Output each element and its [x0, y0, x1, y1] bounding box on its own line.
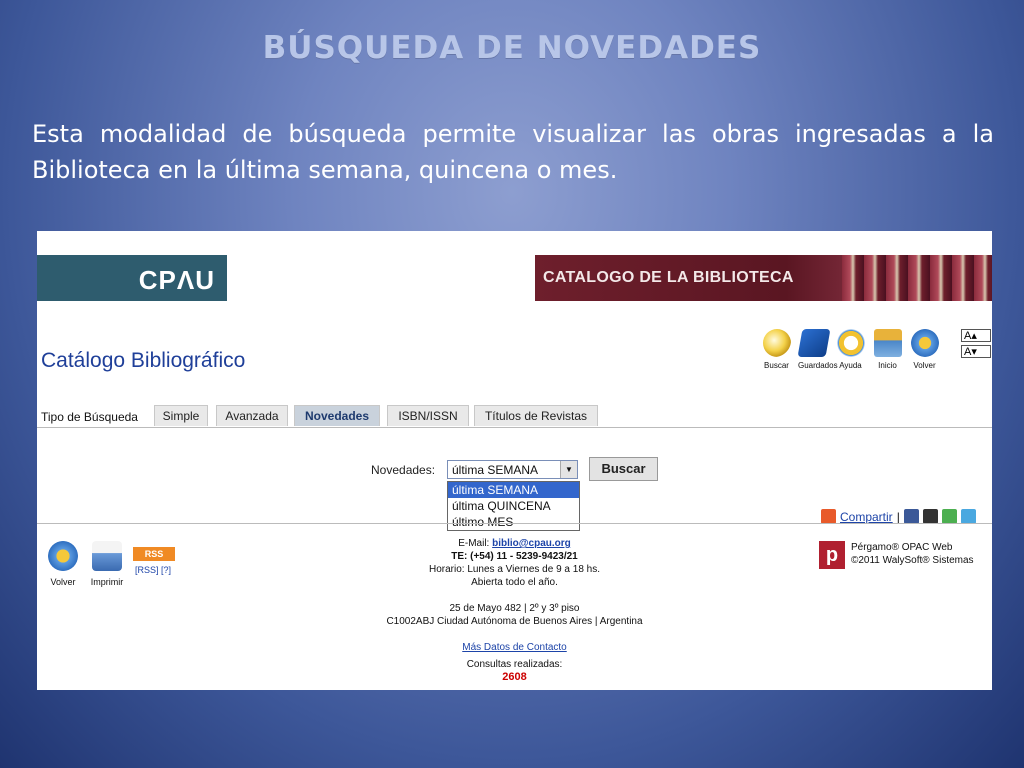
catalog-screenshot: CPΛU CATALOGO DE LA BIBLIOTECA Catálogo …: [37, 231, 992, 690]
rss-icon[interactable]: RSS: [133, 547, 175, 561]
email-link[interactable]: biblio@cpau.org: [492, 538, 571, 549]
tabs-label: Tipo de Búsqueda: [41, 410, 138, 424]
selected-value: última SEMANA: [452, 463, 539, 477]
footer-imprimir[interactable]: Imprimir: [87, 541, 127, 587]
font-decrease-button[interactable]: A▾: [961, 345, 991, 358]
catalog-banner-text: CATALOGO DE LA BIBLIOTECA: [543, 269, 794, 286]
lifebuoy-icon: [836, 329, 865, 357]
font-increase-button[interactable]: A▴: [961, 329, 991, 342]
back-arrow-icon: [48, 541, 78, 571]
email-label: E-Mail:: [458, 538, 490, 549]
share-link[interactable]: Compartir: [840, 510, 893, 524]
share-plus-icon[interactable]: [821, 509, 836, 524]
footer-icon-label: Volver: [50, 577, 76, 587]
more-contact-link[interactable]: Más Datos de Contacto: [337, 641, 692, 654]
queries-label: Consultas realizadas:: [466, 659, 563, 670]
pergamo-line-1: Pérgamo® OPAC Web: [851, 542, 953, 553]
hours: Horario: Lunes a Viernes de 9 a 18 hs.: [428, 564, 601, 575]
toolbar-volver[interactable]: Volver: [909, 329, 940, 370]
novedades-select[interactable]: última SEMANA ▼: [447, 460, 578, 479]
option-ultimo-mes[interactable]: último MES: [448, 514, 579, 530]
dropdown-arrow-icon[interactable]: ▼: [560, 461, 577, 478]
tab-avanzada[interactable]: Avanzada: [216, 405, 288, 426]
books-icon: [797, 329, 830, 357]
address-line-2: C1002ABJ Ciudad Autónoma de Buenos Aires…: [386, 616, 643, 627]
printer-icon: [92, 541, 122, 571]
toolbar-label: Guardados: [798, 361, 838, 370]
toolbar-label: Ayuda: [839, 361, 862, 370]
magnifier-icon: [762, 329, 791, 357]
option-ultima-semana[interactable]: última SEMANA: [448, 482, 579, 498]
books-image: [842, 255, 992, 301]
buscar-button[interactable]: Buscar: [589, 457, 658, 481]
back-arrow-icon: [910, 329, 939, 357]
toolbar-label: Volver: [913, 361, 936, 370]
toolbar-ayuda[interactable]: Ayuda: [835, 329, 866, 370]
rss-links[interactable]: [RSS] [?]: [135, 565, 171, 575]
search-type-tabs: Tipo de Búsqueda Simple Avanzada Novedad…: [37, 405, 992, 428]
tab-titulos-revistas[interactable]: Títulos de Revistas: [474, 405, 598, 426]
myspace-icon[interactable]: [922, 509, 938, 524]
footer-divider: [37, 523, 992, 524]
toolbar-label: Buscar: [764, 361, 789, 370]
slide-body: Esta modalidad de búsqueda permite visua…: [32, 120, 994, 184]
contact-info: E-Mail: biblio@cpau.org TE: (+54) 11 - 5…: [337, 537, 692, 684]
facebook-icon[interactable]: [903, 509, 919, 524]
page-title: Catálogo Bibliográfico: [41, 349, 246, 372]
twitter-icon[interactable]: [960, 509, 976, 524]
cpau-logo[interactable]: CPΛU: [139, 265, 215, 296]
option-ultima-quincena[interactable]: última QUINCENA: [448, 498, 579, 514]
toolbar: Buscar Guardados Ayuda Inicio Volver: [761, 329, 940, 370]
share-separator: |: [896, 509, 900, 524]
toolbar-label: Inicio: [878, 361, 897, 370]
novedades-label: Novedades:: [371, 463, 436, 477]
address-line-1: 25 de Mayo 482 | 2º y 3º piso: [449, 603, 580, 614]
toolbar-buscar[interactable]: Buscar: [761, 329, 792, 370]
slide-title: BÚSQUEDA DE NOVEDADES: [262, 30, 762, 66]
cpau-banner: CPΛU: [37, 255, 227, 301]
google-icon[interactable]: [941, 509, 957, 524]
open-all-year: Abierta todo el año.: [471, 577, 558, 588]
toolbar-inicio[interactable]: Inicio: [872, 329, 903, 370]
tab-simple[interactable]: Simple: [154, 405, 208, 426]
toolbar-guardados[interactable]: Guardados: [797, 329, 838, 370]
footer-volver[interactable]: Volver: [43, 541, 83, 587]
pergamo-line-2: ©2011 WalySoft® Sistemas: [851, 555, 974, 566]
pergamo-logo-icon[interactable]: p: [819, 541, 845, 569]
queries-count: 2608: [502, 671, 527, 683]
tab-novedades[interactable]: Novedades: [294, 405, 380, 426]
footer-icon-label: Imprimir: [90, 577, 124, 587]
catalog-banner: CATALOGO DE LA BIBLIOTECA: [535, 255, 992, 301]
pergamo-credit: p Pérgamo® OPAC Web ©2011 WalySoft® Sist…: [819, 541, 974, 569]
share-bar: Compartir |: [821, 509, 976, 524]
font-size-controls: A▴ A▾: [961, 329, 991, 361]
tab-isbn-issn[interactable]: ISBN/ISSN: [387, 405, 469, 426]
phone: TE: (+54) 11 - 5239-9423/21: [451, 551, 578, 562]
home-icon: [873, 329, 902, 357]
